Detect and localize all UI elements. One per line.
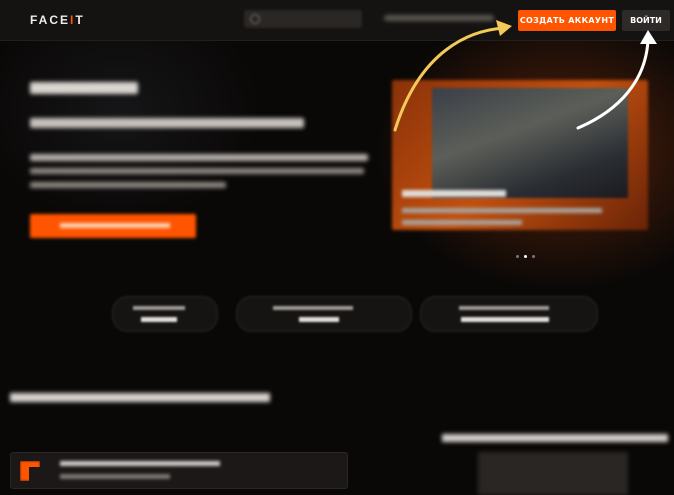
annotation-arrows	[393, 20, 657, 132]
annotation-arrow	[576, 38, 650, 130]
annotation-arrow	[393, 26, 507, 132]
annotation-arrow-head	[496, 20, 512, 36]
annotation-arrow-head	[640, 30, 657, 44]
